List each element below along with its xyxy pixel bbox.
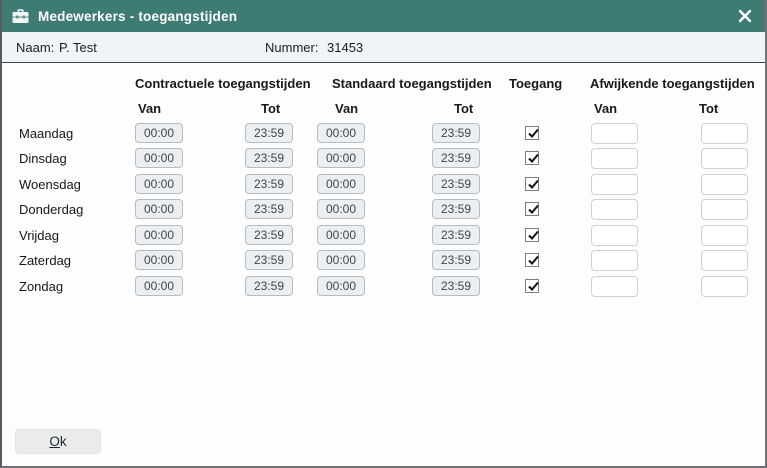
titlebar: Medewerkers - toegangstijden bbox=[0, 0, 767, 32]
c-tot-field[interactable] bbox=[245, 123, 293, 143]
s-van-field[interactable] bbox=[317, 123, 365, 143]
table-row: Zondag bbox=[2, 276, 765, 297]
day-label: Dinsdag bbox=[19, 148, 67, 169]
subheader-van-contractual: Van bbox=[138, 101, 161, 116]
access-checkbox[interactable] bbox=[525, 228, 539, 242]
a-van-field[interactable] bbox=[591, 276, 638, 297]
header-access: Toegang bbox=[509, 76, 562, 91]
c-van-field[interactable] bbox=[135, 174, 183, 194]
briefcase-icon bbox=[12, 9, 29, 24]
table-row: Vrijdag bbox=[2, 225, 765, 246]
s-tot-field[interactable] bbox=[432, 174, 480, 194]
table-row: Zaterdag bbox=[2, 250, 765, 271]
s-van-field[interactable] bbox=[317, 250, 365, 270]
c-tot-field[interactable] bbox=[245, 276, 293, 296]
day-label: Zondag bbox=[19, 276, 63, 297]
table-row: Maandag bbox=[2, 123, 765, 144]
a-tot-field[interactable] bbox=[701, 174, 748, 195]
access-checkbox[interactable] bbox=[525, 151, 539, 165]
a-van-field[interactable] bbox=[591, 250, 638, 271]
a-tot-field[interactable] bbox=[701, 250, 748, 271]
day-label: Vrijdag bbox=[19, 225, 59, 246]
s-van-field[interactable] bbox=[317, 148, 365, 168]
info-bar: Naam: P. Test Nummer: 31453 bbox=[2, 32, 765, 63]
table-row: Dinsdag bbox=[2, 148, 765, 169]
number-value: 31453 bbox=[327, 40, 363, 55]
close-icon[interactable] bbox=[735, 7, 755, 25]
a-tot-field[interactable] bbox=[701, 225, 748, 246]
access-checkbox[interactable] bbox=[525, 279, 539, 293]
c-tot-field[interactable] bbox=[245, 250, 293, 270]
day-label: Woensdag bbox=[19, 174, 81, 195]
dialog-medewerkers-toegangstijden: Medewerkers - toegangstijden Naam: P. Te… bbox=[0, 0, 767, 468]
subheader-tot-deviating: Tot bbox=[699, 101, 718, 116]
s-tot-field[interactable] bbox=[432, 276, 480, 296]
a-van-field[interactable] bbox=[591, 123, 638, 144]
header-contractual: Contractuele toegangstijden bbox=[135, 76, 311, 91]
a-tot-field[interactable] bbox=[701, 123, 748, 144]
access-checkbox[interactable] bbox=[525, 126, 539, 140]
table-row: Woensdag bbox=[2, 174, 765, 195]
access-checkbox[interactable] bbox=[525, 202, 539, 216]
s-tot-field[interactable] bbox=[432, 123, 480, 143]
access-checkbox[interactable] bbox=[525, 253, 539, 267]
s-van-field[interactable] bbox=[317, 276, 365, 296]
c-tot-field[interactable] bbox=[245, 225, 293, 245]
s-van-field[interactable] bbox=[317, 174, 365, 194]
c-van-field[interactable] bbox=[135, 199, 183, 219]
c-van-field[interactable] bbox=[135, 276, 183, 296]
ok-button[interactable]: Ok bbox=[15, 429, 101, 454]
c-van-field[interactable] bbox=[135, 225, 183, 245]
a-tot-field[interactable] bbox=[701, 199, 748, 220]
a-tot-field[interactable] bbox=[701, 276, 748, 297]
s-van-field[interactable] bbox=[317, 225, 365, 245]
c-van-field[interactable] bbox=[135, 250, 183, 270]
subheader-van-standard: Van bbox=[335, 101, 358, 116]
number-label: Nummer: bbox=[265, 40, 318, 55]
a-van-field[interactable] bbox=[591, 199, 638, 220]
s-van-field[interactable] bbox=[317, 199, 365, 219]
header-deviating: Afwijkende toegangstijden bbox=[590, 76, 755, 91]
access-times-table: Contractuele toegangstijden Standaard to… bbox=[2, 64, 765, 466]
subheader-tot-contractual: Tot bbox=[261, 101, 280, 116]
a-van-field[interactable] bbox=[591, 225, 638, 246]
day-label: Donderdag bbox=[19, 199, 83, 220]
c-tot-field[interactable] bbox=[245, 148, 293, 168]
day-label: Maandag bbox=[19, 123, 73, 144]
access-checkbox[interactable] bbox=[525, 177, 539, 191]
c-van-field[interactable] bbox=[135, 123, 183, 143]
name-label: Naam: bbox=[16, 40, 54, 55]
c-tot-field[interactable] bbox=[245, 199, 293, 219]
a-van-field[interactable] bbox=[591, 174, 638, 195]
s-tot-field[interactable] bbox=[432, 225, 480, 245]
day-label: Zaterdag bbox=[19, 250, 71, 271]
c-van-field[interactable] bbox=[135, 148, 183, 168]
a-tot-field[interactable] bbox=[701, 148, 748, 169]
a-van-field[interactable] bbox=[591, 148, 638, 169]
name-value: P. Test bbox=[59, 40, 97, 55]
header-standard: Standaard toegangstijden bbox=[332, 76, 492, 91]
c-tot-field[interactable] bbox=[245, 174, 293, 194]
window-title: Medewerkers - toegangstijden bbox=[38, 9, 237, 24]
subheader-van-deviating: Van bbox=[594, 101, 617, 116]
s-tot-field[interactable] bbox=[432, 199, 480, 219]
s-tot-field[interactable] bbox=[432, 250, 480, 270]
subheader-tot-standard: Tot bbox=[454, 101, 473, 116]
table-row: Donderdag bbox=[2, 199, 765, 220]
s-tot-field[interactable] bbox=[432, 148, 480, 168]
